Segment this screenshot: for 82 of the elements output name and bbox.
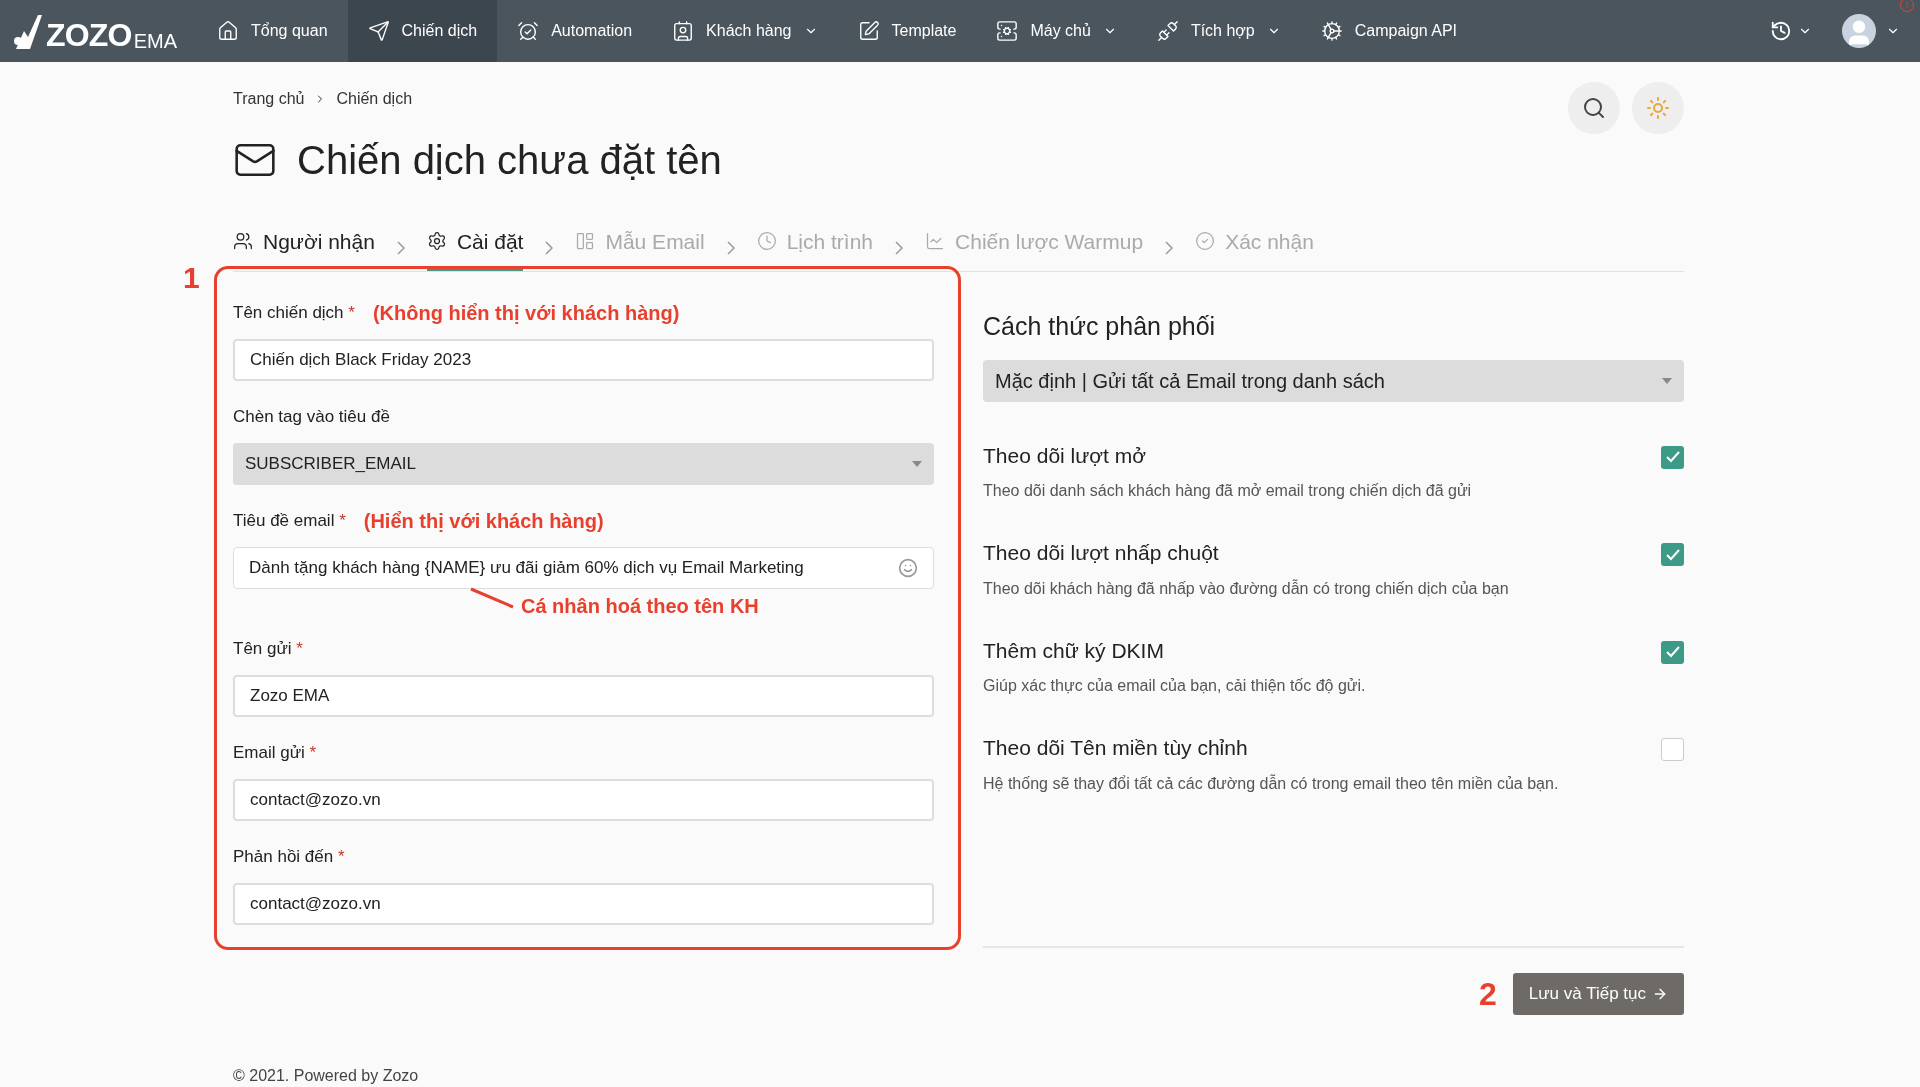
input-field[interactable]: contact@zozo.vn bbox=[233, 779, 934, 821]
step-separator-icon bbox=[545, 241, 554, 255]
input-field[interactable]: contact@zozo.vn bbox=[233, 883, 934, 925]
page-title: Chiến dịch chưa đặt tên bbox=[297, 137, 722, 184]
annotation-marker: 1 bbox=[183, 260, 200, 296]
annotation-marker: 2 bbox=[1478, 975, 1497, 1014]
section-title: Cách thức phân phối bbox=[983, 311, 1217, 342]
checkmark-icon bbox=[1665, 451, 1680, 463]
theme-button[interactable] bbox=[1632, 82, 1684, 134]
option-title: Thêm chữ ký DKIM bbox=[983, 637, 1165, 664]
search-button[interactable] bbox=[1568, 82, 1620, 134]
emoji-icon bbox=[898, 558, 918, 578]
option-description: Theo dõi khách hàng đã nhấp vào đường dẫn có trong chiến dịch của bạn bbox=[983, 578, 1509, 599]
plug-icon bbox=[1156, 20, 1179, 42]
option-description: Hệ thống sẽ thay đổi tất cả các đường dẫn có trong email theo tên miền của bạn. bbox=[983, 773, 1559, 794]
checkbox[interactable] bbox=[1661, 445, 1684, 469]
logo-text: ZOZO bbox=[46, 19, 132, 51]
field-label: Tiêu đề email * bbox=[233, 510, 346, 533]
option-title: Theo dõi lượt mở bbox=[983, 442, 1147, 469]
logo-suffix: EMA bbox=[133, 31, 178, 51]
step-separator-icon bbox=[1165, 241, 1174, 255]
annotation-note: (Không hiển thị với khách hàng) bbox=[372, 301, 680, 326]
step-separator-icon bbox=[726, 241, 735, 255]
arrow-right-icon bbox=[1652, 986, 1668, 1002]
input-field[interactable]: Zozo EMA bbox=[233, 675, 934, 717]
server-cog-icon bbox=[996, 20, 1019, 42]
checkbox[interactable] bbox=[1661, 543, 1684, 566]
dropdown-arrow-icon bbox=[912, 461, 922, 467]
nav-item[interactable]: Automation bbox=[497, 0, 653, 62]
option-description: Giúp xác thực của email của bạn, cải thiện tốc độ gửi. bbox=[983, 676, 1366, 696]
settings-icon bbox=[426, 231, 447, 252]
history-icon bbox=[1770, 20, 1792, 42]
annotation-note: Cá nhân hoá theo tên KH bbox=[521, 594, 759, 619]
leader-line bbox=[469, 587, 515, 609]
sun-icon bbox=[1646, 96, 1670, 120]
nav-item[interactable]: Chiến dịch bbox=[347, 0, 498, 62]
dropdown-arrow-icon bbox=[1662, 377, 1672, 384]
line-chart-icon bbox=[925, 231, 946, 252]
history-button[interactable] bbox=[1770, 20, 1812, 42]
cog-icon bbox=[1320, 20, 1343, 42]
option-title: Theo dõi Tên miền tùy chỉnh bbox=[983, 735, 1249, 761]
nav-item[interactable]: Tích hợp bbox=[1136, 0, 1301, 62]
footer-text: © 2021. Powered by Zozo bbox=[233, 1066, 420, 1086]
nav-item[interactable]: Template bbox=[837, 0, 977, 62]
nav-item[interactable]: Campaign API bbox=[1300, 0, 1478, 62]
nav-item[interactable]: Khách hàng bbox=[652, 0, 838, 62]
nav-item[interactable]: Tổng quan bbox=[197, 0, 348, 62]
search-icon bbox=[1582, 96, 1606, 120]
option-title: Theo dõi lượt nhấp chuột bbox=[983, 540, 1220, 566]
input-field[interactable]: Dành tặng khách hàng {NAME} ưu đãi giảm 60% dịch vụ Email Marketing bbox=[233, 547, 934, 589]
checkmark-icon bbox=[1665, 646, 1680, 658]
breadcrumb-link[interactable]: Trang chủ bbox=[233, 87, 305, 111]
layout-icon bbox=[575, 231, 596, 252]
check-circle-icon bbox=[1195, 231, 1216, 252]
checkmark-icon bbox=[1665, 548, 1680, 561]
nav-item[interactable]: Máy chủ bbox=[976, 0, 1137, 62]
step-tab[interactable]: Người nhận bbox=[233, 225, 375, 271]
field-label: Chèn tag vào tiêu đề bbox=[233, 406, 390, 429]
save-continue-button[interactable]: Lưu và Tiếp tục bbox=[1512, 973, 1684, 1015]
field-label: Email gửi * bbox=[233, 742, 317, 765]
alarm-clock-icon bbox=[517, 20, 540, 42]
avatar-icon bbox=[1842, 14, 1876, 48]
checkbox[interactable] bbox=[1661, 640, 1684, 664]
checkbox[interactable] bbox=[1661, 738, 1684, 761]
distribution-select[interactable]: Mặc định | Gửi tất cả Email trong danh sách bbox=[983, 359, 1684, 402]
paper-plane-icon bbox=[367, 20, 390, 42]
step-separator-icon bbox=[895, 241, 904, 255]
field-label: Tên gửi * bbox=[233, 638, 303, 661]
option-description: Theo dõi danh sách khách hàng đã mở email trong chiến dịch đã gửi bbox=[983, 481, 1472, 501]
contact-card-icon bbox=[672, 20, 695, 42]
field-label: Phản hồi đến * bbox=[233, 846, 345, 869]
step-tab[interactable]: Cài đặt bbox=[426, 225, 524, 271]
users-icon bbox=[233, 231, 253, 252]
tag-select[interactable]: SUBSCRIBER_EMAIL bbox=[233, 443, 934, 485]
clock-icon bbox=[756, 231, 777, 252]
home-icon bbox=[217, 20, 240, 42]
field-label: Tên chiến dịch * bbox=[233, 302, 355, 325]
breadcrumb-link[interactable]: Chiến dịch bbox=[336, 87, 413, 111]
pen-square-icon bbox=[857, 20, 880, 42]
step-separator-icon bbox=[396, 241, 405, 255]
annotation-note: (Hiển thị với khách hàng) bbox=[363, 509, 604, 534]
input-field[interactable]: Chiến dịch Black Friday 2023 bbox=[233, 339, 934, 381]
